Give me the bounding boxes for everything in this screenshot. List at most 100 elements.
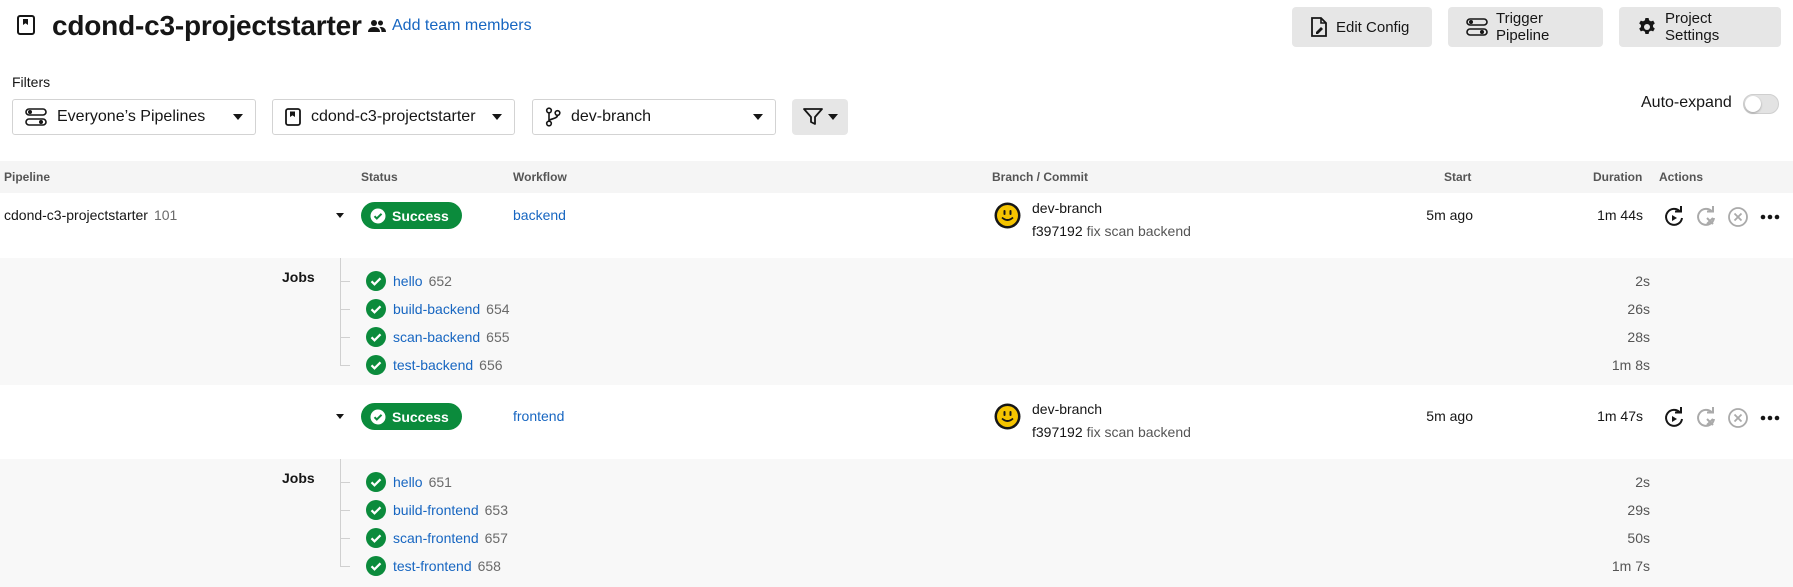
- gear-icon: [1639, 18, 1655, 34]
- table-header: Pipeline Status Workflow Branch / Commit…: [0, 161, 1793, 193]
- edit-config-icon: [1311, 17, 1327, 37]
- branch-filter-value: dev-branch: [571, 108, 652, 125]
- more-filters-button[interactable]: [792, 99, 848, 135]
- add-team-members-label: Add team members: [392, 17, 532, 34]
- jobs-label: Jobs: [282, 470, 315, 486]
- rerun-button[interactable]: [1662, 205, 1686, 229]
- status-badge[interactable]: Success: [361, 403, 462, 430]
- pipelines-filter-select[interactable]: Everyone’s Pipelines: [12, 99, 256, 135]
- job-name[interactable]: test-backend 656: [393, 357, 503, 373]
- rerun-button[interactable]: [1662, 406, 1686, 430]
- status-badge[interactable]: Success: [361, 202, 462, 229]
- pipeline-name-text: cdond-c3-projectstarter: [4, 207, 148, 223]
- trigger-pipeline-button[interactable]: Trigger Pipeline: [1448, 7, 1603, 47]
- job-number: 656: [479, 357, 503, 373]
- rerun-failed-icon: [1697, 407, 1715, 427]
- chevron-down-icon: [233, 114, 243, 120]
- page-header: cdond-c3-projectstarter Add team members…: [0, 0, 1793, 56]
- job-row: hello 651 2s: [340, 470, 1650, 498]
- job-link[interactable]: build-frontend: [393, 502, 479, 518]
- check-circle-icon: [366, 299, 386, 319]
- pipelines-filter-value: Everyone’s Pipelines: [57, 108, 206, 125]
- job-link[interactable]: scan-backend: [393, 329, 480, 345]
- start-time: 5m ago: [1426, 408, 1473, 424]
- more-icon: [1760, 415, 1780, 421]
- expand-chevron-icon[interactable]: [336, 213, 344, 218]
- jobs-section: Jobs hello 651 2s build-frontend 653 29s s…: [0, 459, 1793, 587]
- cancel-button[interactable]: [1726, 406, 1750, 430]
- job-name[interactable]: hello 651: [393, 474, 452, 490]
- add-team-members-link[interactable]: Add team members: [368, 17, 532, 35]
- chevron-down-icon: [827, 114, 838, 120]
- job-name[interactable]: scan-backend 655: [393, 329, 510, 345]
- rerun-failed-button[interactable]: [1694, 406, 1718, 430]
- job-duration: 50s: [1627, 530, 1650, 546]
- job-link[interactable]: hello: [393, 273, 423, 289]
- job-link[interactable]: scan-frontend: [393, 530, 479, 546]
- auto-expand-toggle[interactable]: [1743, 94, 1779, 114]
- column-header-workflow: Workflow: [513, 170, 567, 184]
- check-circle-icon: [366, 327, 386, 347]
- commit-hash[interactable]: f397192: [1032, 424, 1083, 440]
- job-duration: 1m 7s: [1611, 558, 1650, 574]
- cancel-button[interactable]: [1726, 205, 1750, 229]
- job-name[interactable]: scan-frontend 657: [393, 530, 508, 546]
- status-label: Success: [392, 408, 449, 425]
- check-circle-icon: [366, 528, 386, 548]
- job-duration: 2s: [1635, 273, 1650, 289]
- avatar-smiley-icon: [994, 202, 1021, 229]
- commit-hash[interactable]: f397192: [1032, 223, 1083, 239]
- job-row: build-frontend 653 29s: [340, 498, 1650, 526]
- start-time: 5m ago: [1426, 207, 1473, 223]
- column-header-start: Start: [1444, 170, 1472, 184]
- column-header-pipeline: Pipeline: [4, 170, 51, 184]
- duration: 1m 44s: [1597, 207, 1643, 223]
- check-circle-icon: [366, 355, 386, 375]
- pipeline-number: 101: [153, 207, 178, 223]
- check-circle-icon: [366, 556, 386, 576]
- job-number: 654: [486, 301, 510, 317]
- tree-branch: [340, 538, 350, 539]
- job-duration: 28s: [1627, 329, 1650, 345]
- job-name[interactable]: hello 652: [393, 273, 452, 289]
- job-number: 653: [484, 502, 508, 518]
- more-actions-button[interactable]: [1758, 406, 1782, 430]
- commit-message: fix scan backend: [1086, 424, 1191, 440]
- workflow-link[interactable]: backend: [513, 207, 566, 223]
- commit-message: fix scan backend: [1086, 223, 1191, 239]
- commit-info: f397192 fix scan backend: [1032, 223, 1191, 239]
- job-row: scan-backend 655 28s: [340, 325, 1650, 353]
- project-settings-button[interactable]: Project Settings: [1619, 7, 1781, 47]
- check-circle-icon: [366, 271, 386, 291]
- people-icon: [368, 20, 386, 32]
- duration: 1m 47s: [1597, 408, 1643, 424]
- job-link[interactable]: build-backend: [393, 301, 480, 317]
- more-icon: [1760, 214, 1780, 220]
- column-header-duration: Duration: [1593, 170, 1643, 184]
- avatar-smiley-icon: [994, 403, 1021, 430]
- job-row: test-frontend 658 1m 7s: [340, 554, 1650, 582]
- job-name[interactable]: build-backend 654: [393, 301, 510, 317]
- pipeline-name[interactable]: cdond-c3-projectstarter 101: [4, 207, 177, 223]
- cancel-icon: [1728, 408, 1748, 428]
- auto-expand-label: Auto-expand: [1641, 94, 1732, 111]
- edit-config-button[interactable]: Edit Config: [1292, 7, 1432, 47]
- column-header-status: Status: [361, 170, 398, 184]
- rerun-icon: [1665, 206, 1683, 226]
- job-name[interactable]: test-frontend 658: [393, 558, 501, 574]
- column-header-branch-commit: Branch / Commit: [992, 170, 1089, 184]
- rerun-failed-button[interactable]: [1694, 205, 1718, 229]
- tree-branch: [340, 337, 350, 338]
- filter-icon: [802, 108, 823, 125]
- expand-chevron-icon[interactable]: [336, 414, 344, 419]
- more-actions-button[interactable]: [1758, 205, 1782, 229]
- job-link[interactable]: test-backend: [393, 357, 473, 373]
- project-filter-select[interactable]: cdond-c3-projectstarter: [272, 99, 515, 135]
- job-row: test-backend 656 1m 8s: [340, 353, 1650, 381]
- job-link[interactable]: hello: [393, 474, 423, 490]
- workflow-link[interactable]: frontend: [513, 408, 564, 424]
- job-link[interactable]: test-frontend: [393, 558, 472, 574]
- check-circle-icon: [366, 472, 386, 492]
- job-name[interactable]: build-frontend 653: [393, 502, 508, 518]
- branch-filter-select[interactable]: dev-branch: [532, 99, 776, 135]
